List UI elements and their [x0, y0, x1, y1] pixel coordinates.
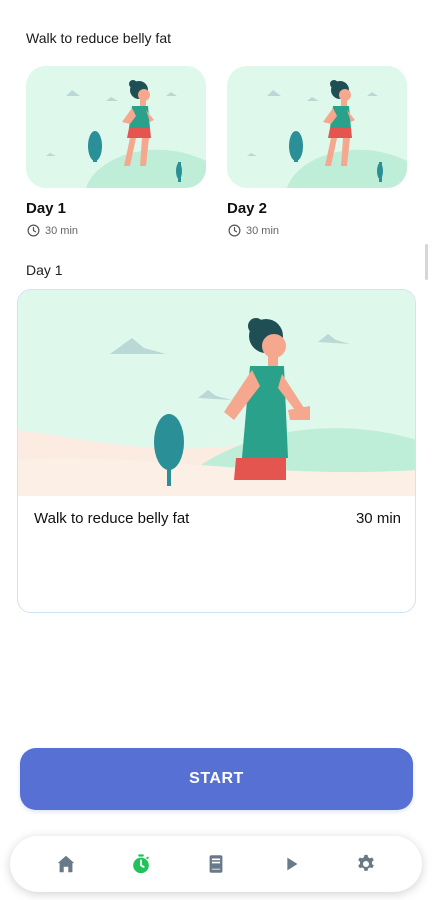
workout-name: Walk to reduce belly fat: [34, 510, 190, 527]
start-button[interactable]: START: [20, 748, 413, 810]
scrollbar-thumb[interactable]: [425, 244, 428, 280]
section-title: Walk to reduce belly fat: [26, 30, 171, 46]
nav-home[interactable]: [44, 842, 88, 886]
workout-hero-image: [18, 290, 415, 496]
clock-icon: [228, 224, 241, 237]
day-2-duration: 30 min: [228, 224, 279, 237]
day-2-card[interactable]: [227, 66, 407, 188]
runner-illustration: [26, 66, 206, 188]
selected-workout-card[interactable]: Walk to reduce belly fat 30 min: [17, 289, 416, 613]
book-icon: [209, 855, 223, 873]
gear-icon: [358, 854, 375, 871]
workout-duration: 30 min: [355, 510, 401, 527]
duration-label: 30 min: [45, 224, 79, 237]
duration-label: 30 min: [246, 224, 280, 237]
day-2-title: Day 2: [227, 200, 268, 217]
nav-videos[interactable]: [269, 842, 313, 886]
day-1-card[interactable]: [26, 66, 206, 188]
day-1-title: Day 1: [26, 200, 67, 217]
play-icon: [287, 857, 298, 871]
runner-illustration: [227, 66, 407, 188]
home-icon: [57, 855, 74, 873]
nav-settings[interactable]: [344, 842, 388, 886]
clock-icon: [27, 224, 40, 237]
day-1-duration: 30 min: [27, 224, 78, 237]
stopwatch-icon: [132, 854, 149, 874]
selected-day-label: Day 1: [26, 262, 63, 278]
nav-library[interactable]: [194, 842, 238, 886]
bottom-nav: [10, 836, 422, 892]
nav-workout-timer[interactable]: [119, 842, 163, 886]
screen: Walk to reduce belly fat Day 1 Day 2 30 …: [0, 0, 432, 900]
